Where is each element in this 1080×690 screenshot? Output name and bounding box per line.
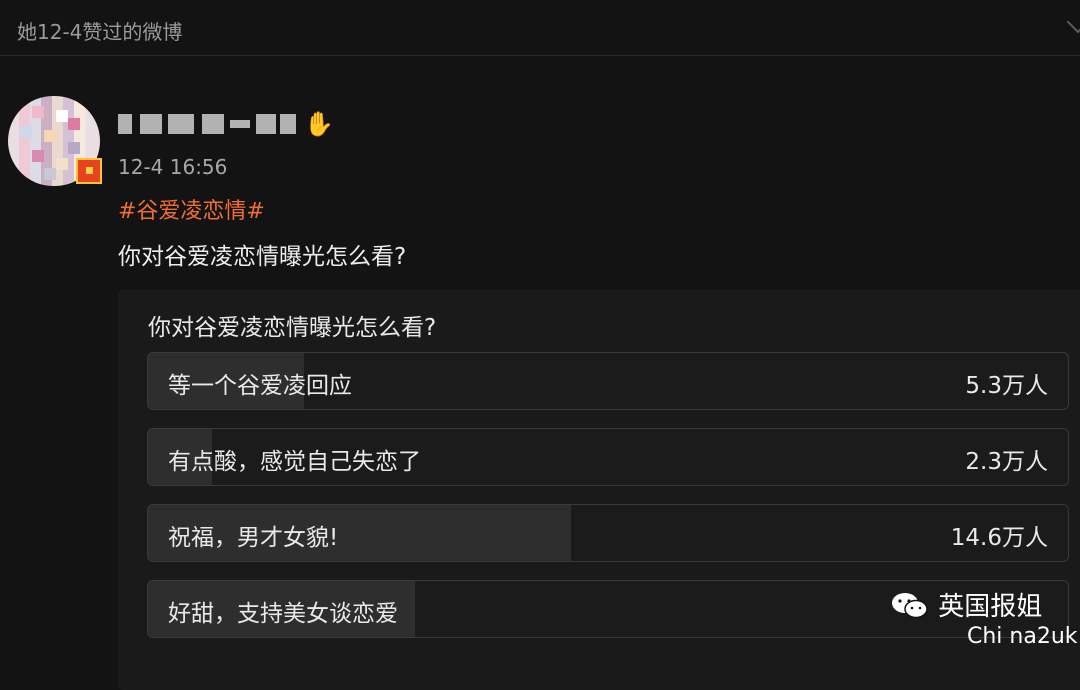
poll-option[interactable]: 等一个谷爱凌回应 5.3万人 [147, 352, 1069, 410]
poll-option-label: 等一个谷爱凌回应 [168, 373, 352, 399]
poll-option-count: 5.3万人 [965, 373, 1048, 399]
chevron-down-icon[interactable] [1066, 10, 1080, 34]
watermark-text: 英国报姐 [938, 592, 1043, 622]
poll-question: 你对谷爱凌恋情曝光怎么看? [148, 315, 437, 341]
poll-option[interactable]: 祝福，男才女貌! 14.6万人 [147, 504, 1069, 562]
wechat-icon [892, 592, 928, 618]
post-time: 12-4 16:56 [118, 155, 228, 179]
post-text: 你对谷爱凌恋情曝光怎么看? [118, 244, 407, 270]
poll-option-label: 祝福，男才女貌! [168, 525, 339, 551]
watermark-subtext: Chi na2uk [967, 624, 1078, 649]
page-header: 她12-4赞过的微博 [0, 0, 1080, 56]
header-title: 她12-4赞过的微博 [17, 20, 183, 44]
topic-link[interactable]: #谷爱凌恋情# [118, 193, 265, 225]
username-redacted[interactable] [118, 110, 298, 138]
thumbs-up-icon: ✋ [304, 110, 334, 138]
poll-option-label: 好甜，支持美女谈恋爱 [168, 601, 398, 627]
poll-option-label: 有点酸，感觉自己失恋了 [168, 449, 421, 475]
poll-option-count: 14.6万人 [950, 525, 1048, 551]
watermark: 英国报姐 [890, 586, 1042, 626]
poll-option-count: 2.3万人 [965, 449, 1048, 475]
verified-badge-icon [76, 158, 102, 184]
poll-option[interactable]: 有点酸，感觉自己失恋了 2.3万人 [147, 428, 1069, 486]
